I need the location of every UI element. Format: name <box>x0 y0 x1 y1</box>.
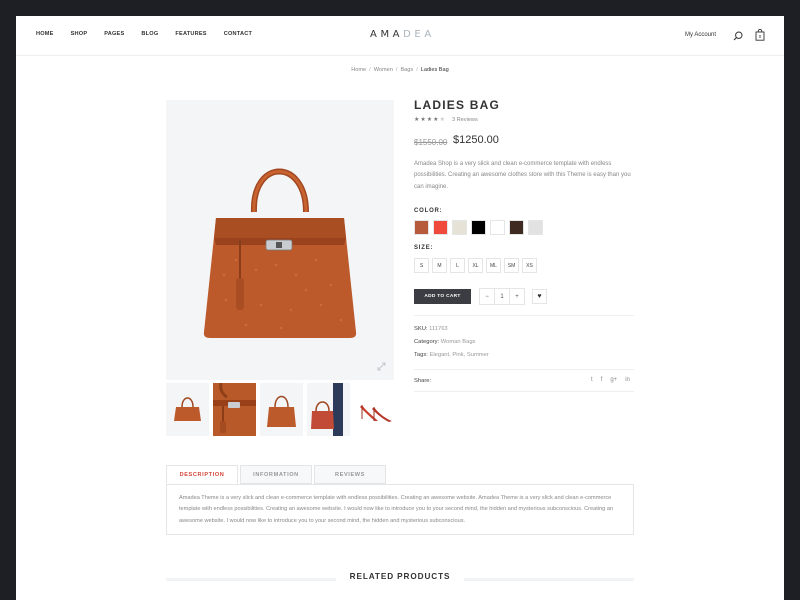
search-icon[interactable] <box>733 31 743 41</box>
tab-content: Amadea Theme is a very slick and clean e… <box>166 484 634 535</box>
thumbnail-3[interactable] <box>260 383 303 436</box>
thumb-model-image <box>311 383 343 436</box>
related-title: RELATED PRODUCTS <box>349 572 451 581</box>
thumbnail-2[interactable] <box>213 383 256 436</box>
site-header: HOME SHOP PAGES BLOG FEATURES CONTACT AM… <box>16 16 784 56</box>
divider <box>414 315 634 316</box>
thumb-shoes-image <box>360 405 392 422</box>
my-account-link[interactable]: My Account <box>685 32 716 38</box>
expand-icon[interactable] <box>377 362 386 371</box>
nav-features[interactable]: FEATURES <box>175 31 206 37</box>
divider <box>414 369 634 370</box>
color-swatch-red[interactable] <box>433 220 448 235</box>
size-option-s[interactable]: S <box>414 258 429 273</box>
size-option-ml[interactable]: ML <box>486 258 501 273</box>
color-label: COLOR: <box>414 208 443 214</box>
site-logo[interactable]: AMADEA <box>370 29 435 40</box>
category-row: Category: Woman Bags <box>414 339 475 345</box>
breadcrumb-women[interactable]: Women <box>374 67 393 73</box>
linkedin-icon[interactable]: in <box>625 377 630 383</box>
tags-row: Tags: Elegant, Pink, Summer <box>414 352 489 358</box>
quantity-input[interactable]: 1 <box>494 289 510 304</box>
qty-decrease-button[interactable]: − <box>480 289 494 304</box>
tags-links[interactable]: Elegant, Pink, Summer <box>429 352 488 358</box>
svg-text:0: 0 <box>759 34 762 39</box>
star-icon: ★ <box>433 117 439 123</box>
price-old: $1550.00 <box>414 138 448 147</box>
shopping-bag-icon[interactable]: 0 <box>755 29 765 41</box>
logo-light-part: DEA <box>403 29 435 40</box>
sku-row: SKU: 111763 <box>414 326 448 332</box>
handbag-image <box>203 168 357 338</box>
size-option-xl[interactable]: XL <box>468 258 483 273</box>
breadcrumb-home[interactable]: Home <box>351 67 366 73</box>
tab-reviews[interactable]: REVIEWS <box>314 465 386 484</box>
color-swatch-brown[interactable] <box>414 220 429 235</box>
divider <box>414 391 634 392</box>
google-plus-icon[interactable]: g+ <box>610 377 617 383</box>
star-empty-icon: ★ <box>439 117 445 123</box>
tab-description[interactable]: DESCRIPTION <box>166 465 238 484</box>
sku-label: SKU: <box>414 326 428 332</box>
size-option-xs[interactable]: XS <box>522 258 537 273</box>
thumb-bag-front-image <box>174 397 201 421</box>
social-share: t f g+ in <box>591 377 630 383</box>
size-option-m[interactable]: M <box>432 258 447 273</box>
thumb-bag-side-image <box>267 395 296 427</box>
nav-pages[interactable]: PAGES <box>104 31 124 37</box>
product-main-image[interactable] <box>166 100 394 380</box>
color-swatch-dark-brown[interactable] <box>509 220 524 235</box>
twitter-icon[interactable]: t <box>591 377 593 383</box>
product-description: Amadea Shop is a very slick and clean e-… <box>414 161 631 190</box>
breadcrumb-current: Ladies Bag <box>420 67 449 73</box>
star-icon: ★ <box>426 117 433 123</box>
color-swatches <box>414 220 543 235</box>
thumbnail-5[interactable] <box>354 383 397 436</box>
add-to-cart-button[interactable]: ADD TO CART <box>414 289 471 304</box>
color-swatch-black[interactable] <box>471 220 486 235</box>
thumbnail-4[interactable] <box>307 383 350 436</box>
reviews-link[interactable]: 3 Reviews <box>452 117 478 123</box>
nav-contact[interactable]: CONTACT <box>224 31 252 37</box>
price-current: $1250.00 <box>453 134 499 146</box>
main-nav: HOME SHOP PAGES BLOG FEATURES CONTACT <box>36 31 269 37</box>
sku-value: 111763 <box>429 326 448 332</box>
thumbnail-1[interactable] <box>166 383 209 436</box>
heart-icon[interactable]: ♥ <box>532 289 547 304</box>
size-options: S M L XL ML SM XS <box>414 258 537 273</box>
logo-dark-part: AMA <box>370 29 404 40</box>
breadcrumb: Home / Women / Bags / Ladies Bag <box>351 67 449 73</box>
color-swatch-beige[interactable] <box>452 220 467 235</box>
qty-increase-button[interactable]: + <box>510 289 524 304</box>
category-link[interactable]: Woman Bags <box>441 339 476 345</box>
breadcrumb-bags[interactable]: Bags <box>400 67 413 73</box>
product-rating: ★ ★ ★ ★ ★ 3 Reviews <box>414 116 478 124</box>
share-label: Share: <box>414 378 432 384</box>
product-page: HOME SHOP PAGES BLOG FEATURES CONTACT AM… <box>16 16 784 600</box>
tags-label: Tags: <box>414 352 428 358</box>
star-icon: ★ <box>414 117 420 123</box>
thumb-bag-detail-image <box>213 383 256 436</box>
star-icon: ★ <box>420 117 426 123</box>
facebook-icon[interactable]: f <box>601 377 603 383</box>
size-option-sm[interactable]: SM <box>504 258 519 273</box>
tab-information[interactable]: INFORMATION <box>240 465 312 484</box>
size-label: SIZE: <box>414 245 434 251</box>
product-tabs: DESCRIPTION INFORMATION REVIEWS <box>166 465 386 484</box>
size-option-l[interactable]: L <box>450 258 465 273</box>
color-swatch-light-gray[interactable] <box>528 220 543 235</box>
related-products-heading: RELATED PRODUCTS <box>166 572 634 584</box>
product-title: LADIES BAG <box>414 98 501 112</box>
nav-shop[interactable]: SHOP <box>71 31 88 37</box>
quantity-stepper: − 1 + <box>479 288 525 305</box>
thumbnail-strip <box>166 383 397 436</box>
nav-blog[interactable]: BLOG <box>141 31 158 37</box>
nav-home[interactable]: HOME <box>36 31 54 37</box>
color-swatch-white[interactable] <box>490 220 505 235</box>
category-label: Category: <box>414 339 440 345</box>
